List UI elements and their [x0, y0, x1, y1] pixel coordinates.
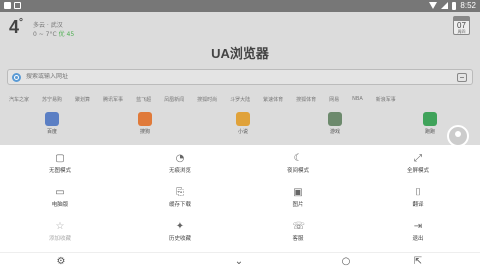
menu-sheet: ▢ 无图模式 ◔ 无痕浏览 ☾ 夜间模式 ⤢ 全屏模式 ▭ 电脑版 ⎘ 缓存下载 ▣ 图片 ⌷ 翻译 ☆ 添加收藏… — [0, 145, 480, 252]
calendar-icon[interactable]: 07 周四 — [453, 16, 470, 35]
menu-item-label: 客服 — [292, 236, 304, 242]
quick-link[interactable]: 腾讯军事 — [103, 96, 123, 103]
home-page-dimmed: 4° 多云 · 武汉 0 ~ 7°C 优 45 07 周四 UA浏览器 汽车之家… — [0, 12, 480, 153]
weather-city: 多云 · 武汉 — [33, 22, 63, 29]
browser-screen: 8:52 4° 多云 · 武汉 0 ~ 7°C 优 45 07 周四 UA浏览器… — [0, 0, 480, 270]
notification-x-icon — [14, 2, 21, 9]
app-label: 游戏 — [329, 129, 340, 135]
menu-item-no-image[interactable]: ▢ 无图模式 — [20, 153, 100, 174]
app-icon — [138, 112, 152, 126]
menu-item-label: 电脑版 — [51, 202, 69, 208]
home-icon[interactable]: ○ — [339, 255, 353, 269]
add-favorite-icon: ☆ — [55, 221, 65, 232]
battery-icon — [452, 1, 457, 10]
images-icon: ▣ — [293, 187, 303, 198]
app-icon — [45, 112, 59, 126]
quick-link[interactable]: 蓝飞超 — [136, 96, 151, 103]
app-label: 百度 — [46, 129, 57, 135]
app-icon — [236, 112, 250, 126]
search-bar[interactable] — [7, 69, 473, 85]
menu-item-translate[interactable]: ⌷ 翻译 — [378, 187, 458, 208]
status-time: 8:52 — [460, 1, 476, 10]
app-grid: 百度 搜狗 小说 游戏 跑跑 — [0, 112, 480, 144]
menu-item-label: 无图模式 — [48, 168, 71, 174]
quick-link[interactable]: 网易 — [329, 96, 339, 103]
app-icon — [328, 112, 342, 126]
menu-item-fullscreen[interactable]: ⤢ 全屏模式 — [378, 153, 458, 174]
app-icon — [423, 112, 437, 126]
status-bar: 8:52 — [0, 0, 480, 12]
menu-item-support[interactable]: ☏ 客服 — [258, 221, 338, 242]
quick-link[interactable]: 聚划算 — [75, 96, 90, 103]
menu-item-label: 退出 — [412, 236, 424, 242]
exit-icon: ⇥ — [413, 221, 423, 232]
quick-link[interactable]: 斗罗大陆 — [230, 96, 250, 103]
desktop-icon: ▭ — [55, 187, 65, 198]
menu-item-label: 缓存下载 — [168, 202, 191, 208]
app-label: 小说 — [237, 129, 248, 135]
menu-item-incognito[interactable]: ◔ 无痕浏览 — [140, 153, 220, 174]
browser-logo: UA浏览器 — [211, 46, 269, 61]
avatar[interactable] — [447, 125, 469, 147]
quick-link[interactable]: 紫速体育 — [263, 96, 283, 103]
wifi-icon — [429, 2, 438, 9]
menu-item-images[interactable]: ▣ 图片 — [258, 187, 338, 208]
support-icon: ☏ — [292, 221, 306, 232]
scan-icon[interactable] — [457, 73, 467, 82]
menu-item-label: 翻译 — [412, 202, 424, 208]
menu-item-label: 全屏模式 — [406, 168, 429, 174]
signal-icon — [441, 2, 449, 9]
search-input[interactable] — [26, 73, 426, 80]
menu-item-night[interactable]: ☾ 夜间模式 — [258, 153, 338, 174]
menu-item-label: 夜间模式 — [286, 168, 309, 174]
share-icon[interactable]: ⇱ — [411, 255, 425, 269]
quick-link[interactable]: 凤凰新闻 — [164, 96, 184, 103]
weather-widget[interactable]: 4° 多云 · 武汉 0 ~ 7°C 优 45 — [9, 17, 74, 38]
menu-item-cache-download[interactable]: ⎘ 缓存下载 — [140, 187, 220, 208]
menu-item-desktop[interactable]: ▭ 电脑版 — [20, 187, 100, 208]
calendar-weekday: 周四 — [457, 29, 466, 34]
menu-item-label: 添加收藏 — [48, 236, 71, 242]
app-shortcut[interactable]: 搜狗 — [130, 112, 160, 135]
quick-links: 汽车之家 苏宁易购 聚划算 腾讯军事 蓝飞超 凤凰新闻 搜狐时尚 斗罗大陆 紫速体育 搜狐体育 网易… — [9, 96, 409, 103]
quick-link[interactable]: 汽车之家 — [9, 96, 29, 103]
aqi-badge: 优 45 — [58, 31, 75, 38]
menu-item-label: 历史收藏 — [168, 236, 191, 242]
search-engine-icon[interactable] — [12, 73, 21, 82]
quick-link[interactable]: 搜狐时尚 — [197, 96, 217, 103]
quick-link[interactable]: 新浪军事 — [376, 96, 396, 103]
menu-item-add-favorite: ☆ 添加收藏 — [20, 221, 100, 242]
app-label: 跑跑 — [424, 129, 435, 135]
bottom-toolbar: ⚙ ⌄ ○ ⇱ — [0, 252, 480, 270]
fullscreen-icon: ⤢ — [414, 153, 422, 164]
menu-item-label: 无痕浏览 — [168, 168, 191, 174]
app-label: 搜狗 — [139, 129, 150, 135]
menu-item-history-favorites[interactable]: ✦ 历史收藏 — [140, 221, 220, 242]
incognito-icon: ◔ — [175, 153, 185, 164]
quick-link[interactable]: 苏宁易购 — [42, 96, 62, 103]
weather-range: 0 ~ 7°C 优 45 — [33, 31, 75, 38]
history-favorites-icon: ✦ — [175, 221, 185, 232]
collapse-icon[interactable]: ⌄ — [232, 255, 246, 269]
menu-item-exit[interactable]: ⇥ 退出 — [378, 221, 458, 242]
app-shortcut[interactable]: 跑跑 — [415, 112, 445, 135]
app-shortcut[interactable]: 小说 — [228, 112, 258, 135]
cache-download-icon: ⎘ — [176, 187, 184, 198]
translate-icon: ⌷ — [415, 187, 421, 198]
menu-item-label: 图片 — [292, 202, 304, 208]
no-image-icon: ▢ — [55, 153, 65, 164]
settings-icon[interactable]: ⚙ — [54, 255, 68, 269]
app-shortcut[interactable]: 游戏 — [320, 112, 350, 135]
quick-link[interactable]: NBA — [352, 96, 363, 103]
night-icon: ☾ — [293, 153, 303, 164]
quick-link[interactable]: 搜狐体育 — [296, 96, 316, 103]
app-shortcut[interactable]: 百度 — [37, 112, 67, 135]
temperature: 4° — [9, 17, 24, 37]
notification-icon — [4, 2, 11, 9]
